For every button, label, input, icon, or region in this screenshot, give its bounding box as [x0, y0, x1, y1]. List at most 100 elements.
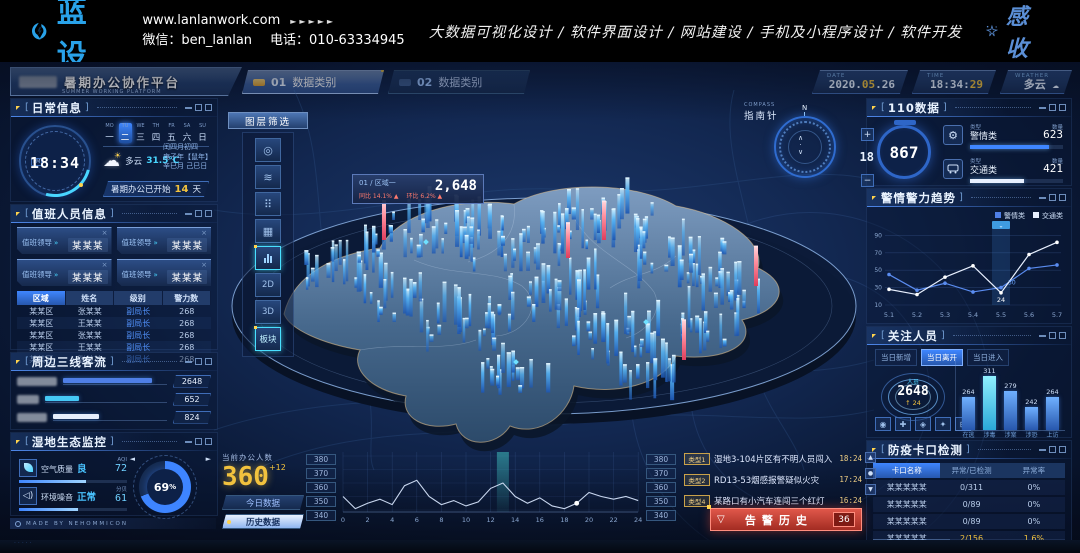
- expand-icon[interactable]: [1059, 332, 1066, 339]
- checkpoint-row[interactable]: 某某某某某0/890%: [873, 514, 1065, 529]
- gauge-right-arrow[interactable]: ►: [206, 455, 211, 463]
- filter-icon[interactable]: ◉: [875, 417, 891, 431]
- expand-icon[interactable]: [1059, 194, 1066, 201]
- minimize-icon[interactable]: [1039, 335, 1046, 337]
- table-row[interactable]: 某某区王某某副局长268: [17, 317, 211, 329]
- sparkle-icon: [986, 18, 998, 44]
- svg-text:90: 90: [874, 232, 882, 239]
- today-data-button[interactable]: 今日数据: [222, 495, 304, 510]
- close-icon[interactable]: ×: [102, 261, 108, 269]
- expand-icon[interactable]: [1059, 104, 1066, 111]
- noise-metric: 分贝61: [115, 485, 127, 504]
- layer-building-button[interactable]: ▦: [255, 219, 281, 243]
- zoom-in-button[interactable]: +: [861, 128, 874, 141]
- layer-grid-button[interactable]: ⠿: [255, 192, 281, 216]
- window-icon[interactable]: [195, 438, 202, 445]
- checkpoint-row[interactable]: 某某某某某0/890%: [873, 497, 1065, 512]
- page: 蓝蓝设计 www.lanlanwork.com►►►►► 微信：ben_lanl…: [0, 0, 1080, 553]
- scroll-up-icon[interactable]: ▲: [865, 452, 876, 463]
- filter-icon[interactable]: ✚: [895, 417, 911, 431]
- minimize-icon[interactable]: [185, 361, 192, 363]
- weekday[interactable]: SA六: [181, 123, 194, 143]
- expand-icon[interactable]: [205, 438, 212, 445]
- weekday[interactable]: SU日: [196, 123, 209, 143]
- weekday[interactable]: WE三: [134, 123, 147, 143]
- bar-track: [970, 179, 1063, 183]
- filter-icon[interactable]: ◈: [915, 417, 931, 431]
- minimize-icon[interactable]: [1039, 197, 1046, 199]
- layer-button-3D[interactable]: 3D: [255, 300, 281, 324]
- window-icon[interactable]: [195, 104, 202, 111]
- flow-row: 2648: [11, 372, 217, 390]
- platform-subtitle: SUMMER WORKING PLATFORM: [62, 89, 162, 95]
- layer-camera-button[interactable]: ◎: [255, 138, 281, 162]
- close-icon[interactable]: ×: [201, 261, 207, 269]
- y-axis-label: 350: [306, 496, 336, 507]
- minimize-icon[interactable]: [1039, 449, 1046, 451]
- close-icon[interactable]: ×: [102, 229, 108, 237]
- column-header[interactable]: 级别: [114, 291, 163, 305]
- contact-block: www.lanlanwork.com►►►►► 微信：ben_lanlan电话：…: [142, 11, 404, 51]
- minimize-icon[interactable]: [1039, 107, 1046, 109]
- panel-header: [关注人员]: [867, 327, 1071, 344]
- weekday-active[interactable]: TU二: [119, 123, 132, 143]
- duty-role: 值班领导: [122, 238, 152, 247]
- alert-history-banner[interactable]: ▽ 告警历史 36: [710, 508, 862, 531]
- window-icon[interactable]: [1049, 332, 1056, 339]
- svg-text:8: 8: [439, 516, 443, 524]
- weekday[interactable]: TH四: [150, 123, 163, 143]
- expand-icon[interactable]: [1059, 446, 1066, 453]
- services-text: 大数据可视化设计 / 软件界面设计 / 网站建设 / 手机及小程序设计 / 软件…: [429, 21, 962, 42]
- weekday[interactable]: FR五: [165, 123, 178, 143]
- pause-icon[interactable]: ●: [865, 468, 876, 479]
- scroll-down-icon[interactable]: ▼: [865, 484, 876, 495]
- panel-110-data: [110数据] 867 ⚙类型警情类数量623类型交通类数量421: [866, 98, 1072, 186]
- expand-icon[interactable]: [205, 358, 212, 365]
- cell-name: 某某某某某: [873, 499, 940, 510]
- close-icon[interactable]: ×: [201, 229, 207, 237]
- alert-row[interactable]: 类型1湿地3-104片区有不明人员闯入18:24: [684, 450, 862, 467]
- category-value: 421: [1043, 162, 1063, 175]
- minimize-icon[interactable]: [185, 107, 192, 109]
- column-header[interactable]: 异常/已检测: [940, 463, 1002, 478]
- layer-signal-button[interactable]: ≋: [255, 165, 281, 189]
- column-header[interactable]: 姓名: [66, 291, 115, 305]
- minimize-icon[interactable]: [185, 441, 192, 443]
- column-header[interactable]: 卡口名称: [873, 463, 940, 478]
- duty-card[interactable]: 值班领导»×某某某: [117, 259, 212, 286]
- window-icon[interactable]: [195, 358, 202, 365]
- weekday[interactable]: MO一: [103, 123, 116, 143]
- duty-card[interactable]: 值班领导»×某某某: [17, 227, 112, 254]
- layer-button-2D[interactable]: 2D: [255, 273, 281, 297]
- column-header[interactable]: 警力数: [163, 291, 212, 305]
- window-icon[interactable]: [1049, 446, 1056, 453]
- zoom-out-button[interactable]: −: [861, 174, 874, 187]
- duty-card[interactable]: 值班领导»×某某某: [117, 227, 212, 254]
- expand-icon[interactable]: [205, 210, 212, 217]
- tab-icon: [399, 79, 411, 86]
- window-icon[interactable]: [1049, 104, 1056, 111]
- bus-icon: [943, 159, 963, 179]
- expand-icon[interactable]: [205, 104, 212, 111]
- filter-icon[interactable]: ✦: [935, 417, 951, 431]
- compass-ring[interactable]: [774, 116, 836, 178]
- table-row[interactable]: 某某区张某某副局长268: [17, 329, 211, 341]
- window-icon[interactable]: [1049, 194, 1056, 201]
- column-header[interactable]: 异常率: [1003, 463, 1065, 478]
- column-header[interactable]: 区域: [17, 291, 66, 305]
- checkpoint-row[interactable]: 某某某某某0/3110%: [873, 480, 1065, 495]
- window-icon[interactable]: [195, 210, 202, 217]
- chevron-right-icon: »: [54, 271, 58, 279]
- alert-row[interactable]: 类型2RD13-53烟感报警疑似火灾17:24: [684, 471, 862, 488]
- website-link[interactable]: www.lanlanwork.com: [142, 13, 280, 28]
- table-row[interactable]: 某某区张某某副局长268: [17, 305, 211, 317]
- minimize-icon[interactable]: [185, 213, 192, 215]
- layer-button-板块[interactable]: 板块: [255, 327, 281, 351]
- gauge-left-arrow[interactable]: ◄: [130, 455, 135, 463]
- history-data-button[interactable]: 历史数据: [222, 514, 304, 529]
- layer-bars-button[interactable]: [255, 246, 281, 270]
- svg-text:30: 30: [874, 285, 882, 292]
- focus-tab[interactable]: 当日新增: [875, 349, 917, 366]
- svg-text:30: 30: [1008, 280, 1016, 287]
- duty-card[interactable]: 值班领导»×某某某: [17, 259, 112, 286]
